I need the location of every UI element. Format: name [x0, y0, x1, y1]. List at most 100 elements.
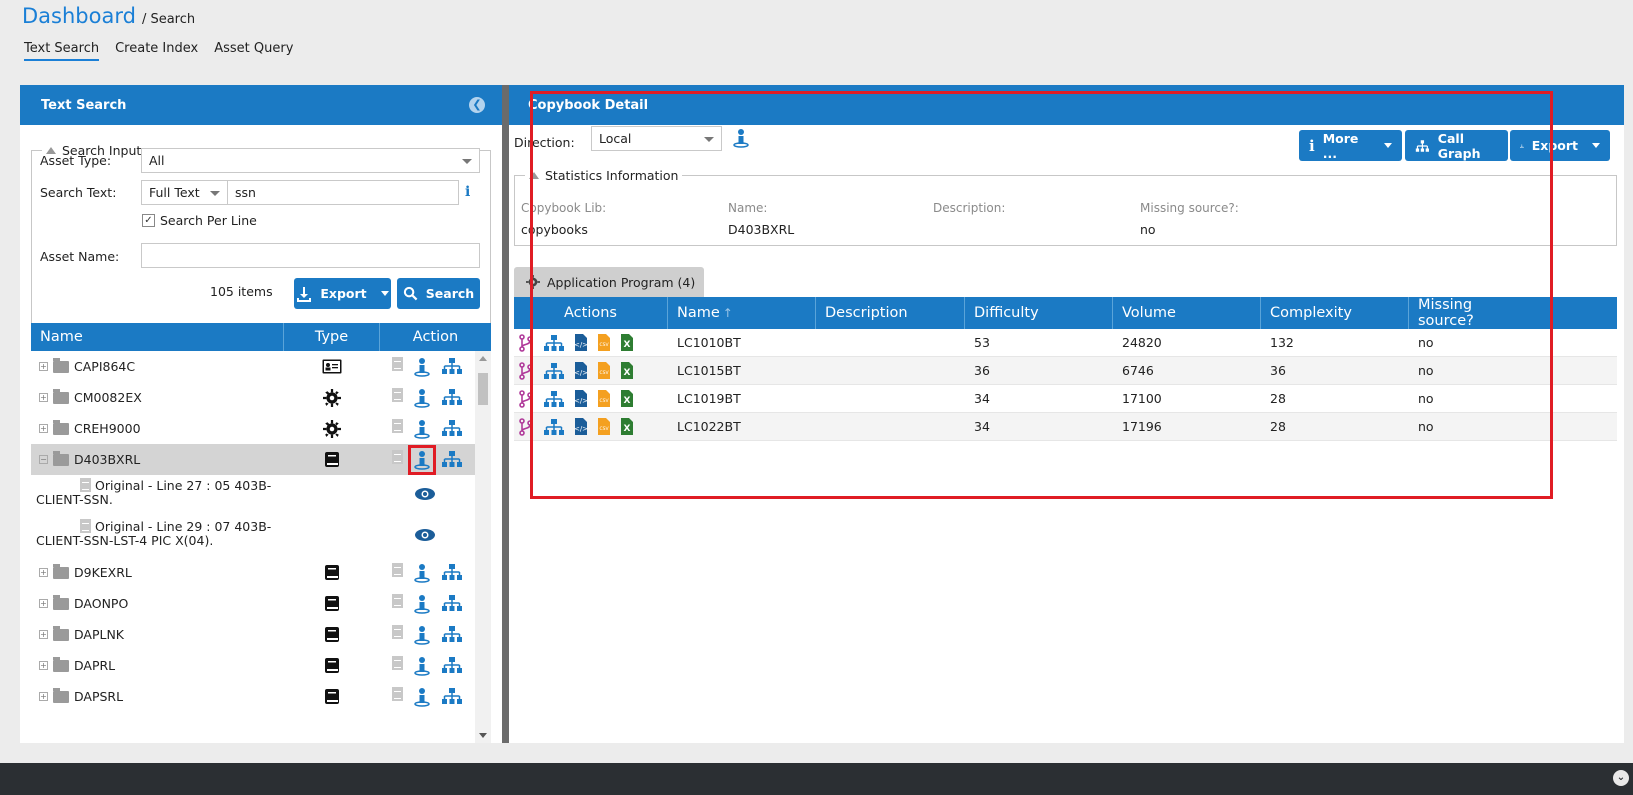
hierarchy-icon[interactable] [441, 450, 463, 468]
table-row[interactable]: + CM0082EX [31, 382, 475, 413]
collapse-panel-icon[interactable]: ❮ [469, 97, 485, 113]
document-icon [80, 478, 91, 492]
document-icon[interactable] [392, 624, 403, 639]
search-hit-row[interactable]: Original - Line 29 : 07 403B- CLIENT-SSN-… [31, 516, 475, 557]
search-button[interactable]: Search [397, 278, 480, 309]
table-row[interactable]: + DAPLNK [31, 619, 475, 650]
table-row[interactable]: − D403BXRL [31, 444, 475, 475]
person-icon[interactable] [413, 594, 431, 614]
table-row[interactable]: + CREH9000 [31, 413, 475, 444]
expand-toggle-icon[interactable]: + [39, 599, 48, 608]
expand-toggle-icon[interactable]: + [39, 424, 48, 433]
expand-toggle-icon[interactable]: + [39, 630, 48, 639]
scroll-down-icon[interactable] [479, 733, 487, 738]
hierarchy-icon[interactable] [441, 563, 463, 581]
expand-toggle-icon[interactable]: + [39, 692, 48, 701]
tab-bar: Text Search Create Index Asset Query [24, 41, 293, 61]
person-icon[interactable] [413, 656, 431, 676]
asset-type-select[interactable]: All [141, 148, 480, 173]
export-button[interactable]: Export [294, 278, 391, 309]
column-header-action[interactable]: Action [380, 323, 491, 351]
row-name-cell: + DAPLNK [31, 625, 284, 642]
info-icon[interactable]: i [465, 184, 470, 200]
table-row[interactable]: + CAPI864C [31, 351, 475, 382]
hierarchy-icon[interactable] [441, 656, 463, 674]
document-icon[interactable] [392, 593, 403, 608]
document-icon[interactable] [392, 418, 403, 433]
checkbox-check-icon[interactable]: ✓ [142, 214, 155, 227]
grid-header: Name Type Action [31, 323, 491, 351]
panel-splitter[interactable] [502, 85, 509, 743]
person-icon[interactable] [413, 450, 431, 470]
expand-toggle-icon[interactable]: + [39, 661, 48, 670]
expand-toggle-icon[interactable]: + [39, 568, 48, 577]
chevron-down-icon[interactable]: ⌄ [1613, 770, 1629, 786]
text-search-panel: Text Search ❮ Search Input Asset Type: A… [20, 85, 502, 743]
person-icon[interactable] [413, 357, 431, 377]
scroll-up-icon[interactable] [479, 356, 487, 361]
book-icon [325, 658, 339, 673]
scroll-thumb[interactable] [478, 373, 488, 405]
items-count: 105 items [210, 284, 273, 299]
asset-type-value: All [149, 153, 165, 168]
export-label: Export [320, 286, 367, 301]
document-icon[interactable] [392, 387, 403, 402]
folder-icon [53, 625, 69, 641]
hierarchy-icon[interactable] [441, 419, 463, 437]
tab-text-search[interactable]: Text Search [24, 41, 100, 61]
dashboard-link[interactable]: Dashboard [22, 4, 136, 28]
table-row[interactable]: + D9KEXRL [31, 557, 475, 588]
column-header-name[interactable]: Name [31, 323, 284, 351]
hierarchy-icon[interactable] [441, 388, 463, 406]
person-icon[interactable] [413, 625, 431, 645]
eye-icon[interactable] [414, 487, 436, 501]
search-mode-select[interactable]: Full Text [141, 180, 228, 205]
eye-icon[interactable] [414, 528, 436, 542]
document-icon[interactable] [392, 449, 403, 464]
folder-icon [53, 450, 69, 466]
hierarchy-icon[interactable] [441, 357, 463, 375]
book-icon [325, 565, 339, 580]
expand-toggle-icon[interactable]: + [39, 362, 48, 371]
row-name: CREH9000 [74, 421, 141, 436]
search-text-input[interactable]: ssn [227, 180, 459, 205]
hierarchy-icon[interactable] [441, 625, 463, 643]
table-row[interactable]: + DAONPO [31, 588, 475, 619]
document-icon[interactable] [392, 655, 403, 670]
row-name: DAPRL [74, 658, 116, 673]
gear-icon [323, 419, 341, 438]
document-icon[interactable] [392, 686, 403, 701]
document-icon[interactable] [392, 356, 403, 371]
person-icon[interactable] [413, 388, 431, 408]
tab-create-index[interactable]: Create Index [115, 41, 198, 61]
person-icon[interactable] [413, 687, 431, 707]
search-hit-text: Original - Line 27 : 05 403B- CLIENT-SSN. [36, 478, 276, 507]
tab-asset-query[interactable]: Asset Query [214, 41, 293, 61]
collapse-toggle-icon[interactable]: − [39, 455, 48, 464]
person-icon[interactable] [413, 563, 431, 583]
document-icon [80, 519, 91, 533]
table-row[interactable]: + DAPSRL [31, 681, 475, 712]
row-name-cell: + DAONPO [31, 594, 284, 611]
search-per-line-checkbox[interactable]: ✓ Search Per Line [142, 213, 257, 228]
page-title-area: Dashboard / Search [22, 4, 195, 28]
hierarchy-icon[interactable] [441, 594, 463, 612]
hierarchy-icon[interactable] [441, 687, 463, 705]
asset-name-input[interactable] [141, 243, 480, 268]
column-header-type[interactable]: Type [284, 323, 380, 351]
folder-icon [53, 419, 69, 435]
person-icon[interactable] [413, 419, 431, 439]
row-name: DAPLNK [74, 627, 125, 642]
scrollbar[interactable] [475, 351, 491, 743]
search-hit-row[interactable]: Original - Line 27 : 05 403B- CLIENT-SSN. [31, 475, 475, 516]
search-hit-line: Original - Line 29 : 07 403B- [95, 519, 272, 534]
panel-header: Text Search ❮ [20, 85, 502, 125]
id-card-icon [322, 359, 342, 374]
table-row[interactable]: + DAPRL [31, 650, 475, 681]
expand-toggle-icon[interactable]: + [39, 393, 48, 402]
highlighted-action[interactable] [408, 444, 436, 475]
chevron-down-icon [380, 291, 389, 296]
row-type-cell [284, 595, 380, 612]
asset-type-label: Asset Type: [40, 153, 112, 168]
document-icon[interactable] [392, 562, 403, 577]
